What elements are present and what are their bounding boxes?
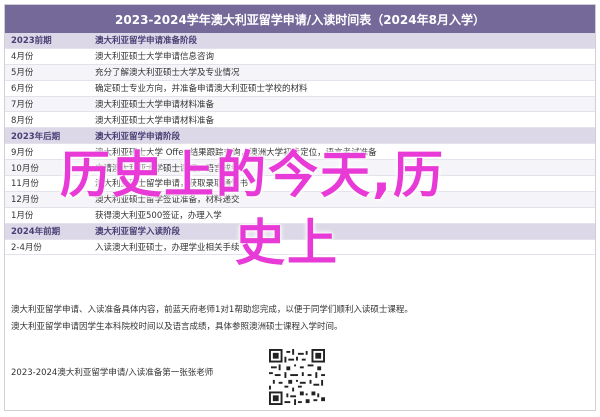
table-row: 7月份 澳大利亚硕士大学申请材料准备 xyxy=(5,96,595,113)
row-text: 澳大利亚留学申请阶段 xyxy=(95,131,181,142)
note-line: 澳大利亚留学申请、入读准备具体内容，前蓝天府老师1对1帮助您完成，以便于同学们顺… xyxy=(11,305,413,315)
table-row: 8月份 澳大利亚硕士大学申请材料准备 xyxy=(5,112,595,129)
row-date: 6月份 xyxy=(11,84,34,95)
page-title: 2023-2024学年澳大利亚留学申请/入读时间表（2024年8月入学） xyxy=(5,5,595,33)
note-line: 澳大利亚留学申请因学生本科院校时间以及语言成绩，具体参照澳洲硕士课程入学时间。 xyxy=(11,322,343,332)
table-row: 4月份 澳大利亚硕士大学申请信息咨询 xyxy=(5,49,595,65)
row-text: 澳大利亚硕士大学申请材料准备 xyxy=(95,100,215,110)
table-row: 5月份 充分了解澳大利亚硕士大学及专业情况 xyxy=(5,64,595,81)
row-text: 确定硕士专业方向，并准备申请澳大利亚硕士学校的材料 xyxy=(95,84,308,95)
table-row: 6月份 确定硕士专业方向，并准备申请澳大利亚硕士学校的材料 xyxy=(5,81,595,97)
row-date: 2023前期 xyxy=(11,36,52,47)
table-row: 2023前期 澳大利亚留学申请准备阶段 xyxy=(5,33,595,49)
row-date: 1月份 xyxy=(11,211,34,222)
schedule-sheet: 2023-2024学年澳大利亚留学申请/入读时间表（2024年8月入学） 202… xyxy=(4,4,596,411)
footer-text: 2023-2024澳大利亚留学申请/入读准备第一张张老师 xyxy=(11,368,214,378)
row-text: 入读澳大利亚硕士，办理学业相关手续 xyxy=(95,243,240,254)
overlay-text-line-1: 历史上的今天,历 xyxy=(60,146,445,204)
row-date: 2024年前期 xyxy=(11,227,61,238)
row-date: 8月份 xyxy=(11,115,34,126)
row-text: 获得澳大利亚500签证，办理入学 xyxy=(95,211,222,222)
overlay-text-line-2: 史上 xyxy=(235,214,339,272)
table-row: 2023年后期 澳大利亚留学申请阶段 xyxy=(5,128,595,145)
row-text: 澳大利亚留学入读阶段 xyxy=(95,227,181,238)
row-date: 7月份 xyxy=(11,100,34,110)
row-text: 澳大利亚留学申请准备阶段 xyxy=(95,36,198,47)
row-date: 5月份 xyxy=(11,68,34,79)
row-date: 4月份 xyxy=(11,52,34,63)
qr-code-icon xyxy=(269,349,325,405)
row-date: 2023年后期 xyxy=(11,131,61,142)
row-text: 澳大利亚硕士大学申请材料准备 xyxy=(95,115,215,126)
row-date: 2-4月份 xyxy=(11,243,42,254)
row-text: 充分了解澳大利亚硕士大学及专业情况 xyxy=(95,68,240,79)
row-text: 澳大利亚硕士大学申请信息咨询 xyxy=(95,52,215,63)
